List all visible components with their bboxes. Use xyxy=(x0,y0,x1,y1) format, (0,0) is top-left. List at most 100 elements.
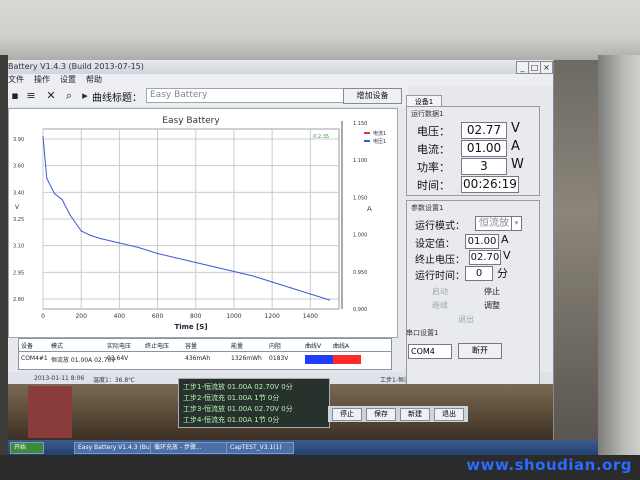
power-label: 功率： xyxy=(417,161,450,174)
add-device-button[interactable]: 增加设备 xyxy=(343,88,402,104)
current-value: 01.00 xyxy=(461,140,507,157)
x-tick-label: 600 xyxy=(152,313,164,320)
status-temperature: 温度1：36.8℃ xyxy=(93,377,135,384)
mode-label: 运行模式： xyxy=(415,221,465,232)
right-tick-label: 0.900 xyxy=(353,307,367,313)
table-divider xyxy=(19,351,391,352)
table-cell: 1326mWh xyxy=(231,355,262,362)
series-point xyxy=(90,234,92,237)
step-stop-button[interactable]: 停止 xyxy=(332,408,362,421)
voltage-value: 02.77 xyxy=(461,122,507,139)
x-tick-label: 1200 xyxy=(265,313,280,320)
series-point xyxy=(137,246,140,249)
left-tick-label: 2.95 xyxy=(13,270,24,276)
screen: Battery V1.4.3 (Build 2013-07-15) _ □ × … xyxy=(8,60,598,455)
right-tick-label: 1.150 xyxy=(353,121,367,127)
exit-button[interactable]: 退出 xyxy=(443,313,489,326)
start-button[interactable]: 启动 xyxy=(417,285,463,298)
monitor-frame-top xyxy=(0,0,640,62)
left-axis-label: V xyxy=(15,204,20,211)
background-image xyxy=(28,386,72,438)
left-tick-label: 3.90 xyxy=(13,137,24,143)
power-value: 3 xyxy=(461,158,507,175)
battery-chart: Easy Battery 0 200 400 600 800 1000 1200 1400 3.9… xyxy=(13,116,386,331)
zoom-icon[interactable]: ⌕ xyxy=(62,89,76,103)
table-cell: 436mAh xyxy=(185,355,211,362)
desktop-background xyxy=(553,60,598,440)
disconnect-button[interactable]: 断开 xyxy=(458,343,502,359)
log-line: 工步4-恒流充 01.00A 1节 0分 xyxy=(183,416,280,424)
save-icon[interactable]: ▪ xyxy=(8,89,22,103)
watermark: www.shoudian.org xyxy=(466,456,632,474)
runtime-input[interactable]: 0 xyxy=(465,266,493,281)
mode-select[interactable]: 恒流放 xyxy=(475,216,513,231)
continue-button[interactable]: 继续 xyxy=(417,299,463,312)
series-point xyxy=(42,135,44,138)
tools-icon[interactable]: ✕ xyxy=(44,89,58,103)
step-new-button[interactable]: 新建 xyxy=(400,408,430,421)
table-header: 曲线V xyxy=(305,343,322,350)
chevron-down-icon[interactable]: ▾ xyxy=(511,216,522,231)
chart-view-icon[interactable]: ▸ xyxy=(78,89,92,103)
curve-v-color-swatch xyxy=(305,355,333,364)
left-tick-label: 3.40 xyxy=(13,190,24,196)
time-value: 00:26:19 xyxy=(461,176,519,193)
left-tick-label: 3.10 xyxy=(13,244,24,250)
legend-label: 电流1 xyxy=(373,130,386,137)
log-line: 工步2-恒流充 01.00A 1节 0分 xyxy=(183,394,280,402)
menu-file[interactable]: 文件 xyxy=(8,75,24,84)
set-value-unit: A xyxy=(501,233,509,246)
right-axis-label: A xyxy=(367,205,372,213)
log-line: 工步1-恒流放 01.00A 02.70V 0分 xyxy=(183,383,293,391)
table-header: 设备 xyxy=(21,343,34,350)
app-window: Battery V1.4.3 (Build 2013-07-15) _ □ × … xyxy=(8,60,554,440)
table-header: 模式 xyxy=(51,343,64,350)
step-button-row: 停止 保存 新建 退出 xyxy=(328,406,468,422)
chart-icon[interactable]: ≡ xyxy=(24,89,38,103)
menu-help[interactable]: 帮助 xyxy=(86,75,102,84)
series-point xyxy=(46,177,48,180)
taskbar-item-easy-battery[interactable]: Easy Battery V1.4.3 (Build...) xyxy=(74,442,152,454)
table-header: 内阻 xyxy=(269,343,282,350)
step-exit-button[interactable]: 退出 xyxy=(434,408,464,421)
menu-bar: 文件 操作 设置 帮助 xyxy=(8,74,553,86)
step-log-window: 工步1-恒流放 01.00A 02.70V 0分 工步2-恒流充 01.00A … xyxy=(178,378,330,428)
voltage-unit: V xyxy=(511,121,520,136)
close-icon[interactable]: × xyxy=(540,61,553,74)
end-voltage-input[interactable]: 02.70 xyxy=(469,250,501,265)
legend-label: 电压1 xyxy=(373,138,386,145)
series-point xyxy=(118,242,120,244)
menu-operate[interactable]: 操作 xyxy=(34,75,50,84)
curve-title-label: 曲线标题： xyxy=(92,93,142,104)
monitor-bezel-left xyxy=(0,55,8,480)
curve-a-color-swatch xyxy=(333,355,361,364)
run-data-panel: 运行数据1 电压： 02.77 V 电流： 01.00 A 功率： 3 W 时间… xyxy=(406,106,540,196)
step-save-button[interactable]: 保存 xyxy=(366,408,396,421)
series-point xyxy=(252,275,254,277)
series-point xyxy=(176,257,178,259)
curve-title-input[interactable]: Easy Battery xyxy=(146,88,344,103)
power-unit: W xyxy=(511,157,524,172)
table-header: 实际电压 xyxy=(107,343,132,350)
chart-panel: Easy Battery 0 200 400 600 800 1000 1200 1400 3.9… xyxy=(8,108,398,338)
adjust-button[interactable]: 调整 xyxy=(469,299,515,312)
left-tick-label: 3.60 xyxy=(13,164,24,170)
table-cell: 恒流放 01.00A 02.70V xyxy=(51,357,116,364)
data-table: 设备 模式 实际电压 终止电压 容量 能量 内阻 曲线V 曲线A COM4#1 恒流放 01.00A… xyxy=(18,338,392,370)
x-tick-label: 0 xyxy=(41,313,45,320)
set-value-input[interactable]: 01.00 xyxy=(465,234,499,249)
menu-settings[interactable]: 设置 xyxy=(60,75,76,84)
taskbar-item-captest[interactable]: CapTEST_V3.1(1) xyxy=(226,442,294,454)
stop-button[interactable]: 停止 xyxy=(469,285,515,298)
port-panel-title: 串口设置1 xyxy=(406,329,439,337)
start-button[interactable]: 开始 xyxy=(10,442,44,454)
monitor-bezel-right xyxy=(598,55,640,480)
right-tick-label: 0.950 xyxy=(353,270,367,276)
table-header: 终止电压 xyxy=(145,343,170,350)
series-point xyxy=(214,266,216,268)
com-port-select[interactable]: COM4 xyxy=(408,344,452,359)
x-tick-label: 1400 xyxy=(303,313,318,320)
title-bar: Battery V1.4.3 (Build 2013-07-15) _ □ × xyxy=(8,60,553,74)
run-panel-title: 运行数据1 xyxy=(411,110,444,118)
taskbar-item-cycle[interactable]: 循环充放 - 步骤... xyxy=(150,442,228,454)
